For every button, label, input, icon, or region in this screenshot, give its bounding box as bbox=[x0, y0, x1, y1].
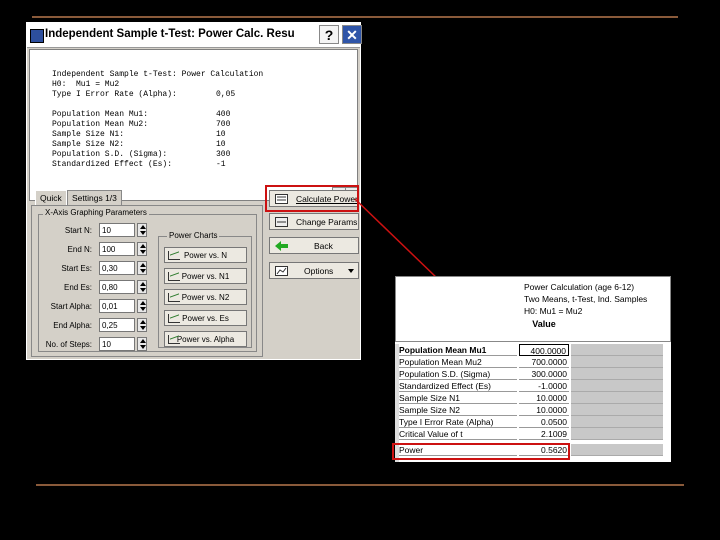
results-header-line: Two Means, t-Test, Ind. Samples bbox=[524, 294, 648, 304]
row-value[interactable]: 700.0000 bbox=[519, 356, 569, 368]
empty-cell[interactable] bbox=[571, 392, 663, 404]
table-row[interactable]: Population Mean Mu1 400.0000 bbox=[399, 344, 663, 356]
row-label: Population S.D. (Sigma) bbox=[399, 368, 517, 380]
table-row[interactable]: Type I Error Rate (Alpha) 0.0500 bbox=[399, 416, 663, 428]
table-row[interactable]: Population S.D. (Sigma) 300.0000 bbox=[399, 368, 663, 380]
row-value[interactable]: 10.0000 bbox=[519, 392, 569, 404]
results-header: Power Calculation (age 6-12) Two Means, … bbox=[395, 276, 671, 342]
value-column-header: Value bbox=[532, 319, 556, 329]
table-row[interactable]: Sample Size N1 10.0000 bbox=[399, 392, 663, 404]
table-row[interactable]: Standardized Effect (Es) -1.0000 bbox=[399, 380, 663, 392]
row-value[interactable]: 10.0000 bbox=[519, 404, 569, 416]
row-label: Standardized Effect (Es) bbox=[399, 380, 517, 392]
empty-cell[interactable] bbox=[571, 380, 663, 392]
empty-cell[interactable] bbox=[571, 356, 663, 368]
row-value[interactable]: 0.0500 bbox=[519, 416, 569, 428]
table-row[interactable]: Critical Value of t 2.1009 bbox=[399, 428, 663, 440]
row-label: Type I Error Rate (Alpha) bbox=[399, 416, 517, 428]
table-row[interactable]: Population Mean Mu2 700.0000 bbox=[399, 356, 663, 368]
row-value[interactable]: -1.0000 bbox=[519, 380, 569, 392]
results-header-line: H0: Mu1 = Mu2 bbox=[524, 306, 583, 316]
empty-cell[interactable] bbox=[571, 416, 663, 428]
row-value[interactable]: 2.1009 bbox=[519, 428, 569, 440]
row-label: Population Mean Mu1 bbox=[399, 344, 517, 356]
row-label: Population Mean Mu2 bbox=[399, 356, 517, 368]
results-spreadsheet: Power Calculation (age 6-12) Two Means, … bbox=[395, 276, 671, 462]
empty-cell[interactable] bbox=[571, 344, 663, 356]
row-label: Sample Size N1 bbox=[399, 392, 517, 404]
results-header-line: Power Calculation (age 6-12) bbox=[524, 282, 635, 292]
row-label: Sample Size N2 bbox=[399, 404, 517, 416]
empty-cell[interactable] bbox=[571, 444, 663, 456]
empty-cell[interactable] bbox=[571, 404, 663, 416]
empty-cell[interactable] bbox=[571, 428, 663, 440]
power-highlight-box bbox=[392, 443, 570, 460]
empty-cell[interactable] bbox=[571, 368, 663, 380]
row-label: Critical Value of t bbox=[399, 428, 517, 440]
table-row[interactable]: Sample Size N2 10.0000 bbox=[399, 404, 663, 416]
row-value[interactable]: 300.0000 bbox=[519, 368, 569, 380]
row-value[interactable]: 400.0000 bbox=[519, 344, 569, 356]
